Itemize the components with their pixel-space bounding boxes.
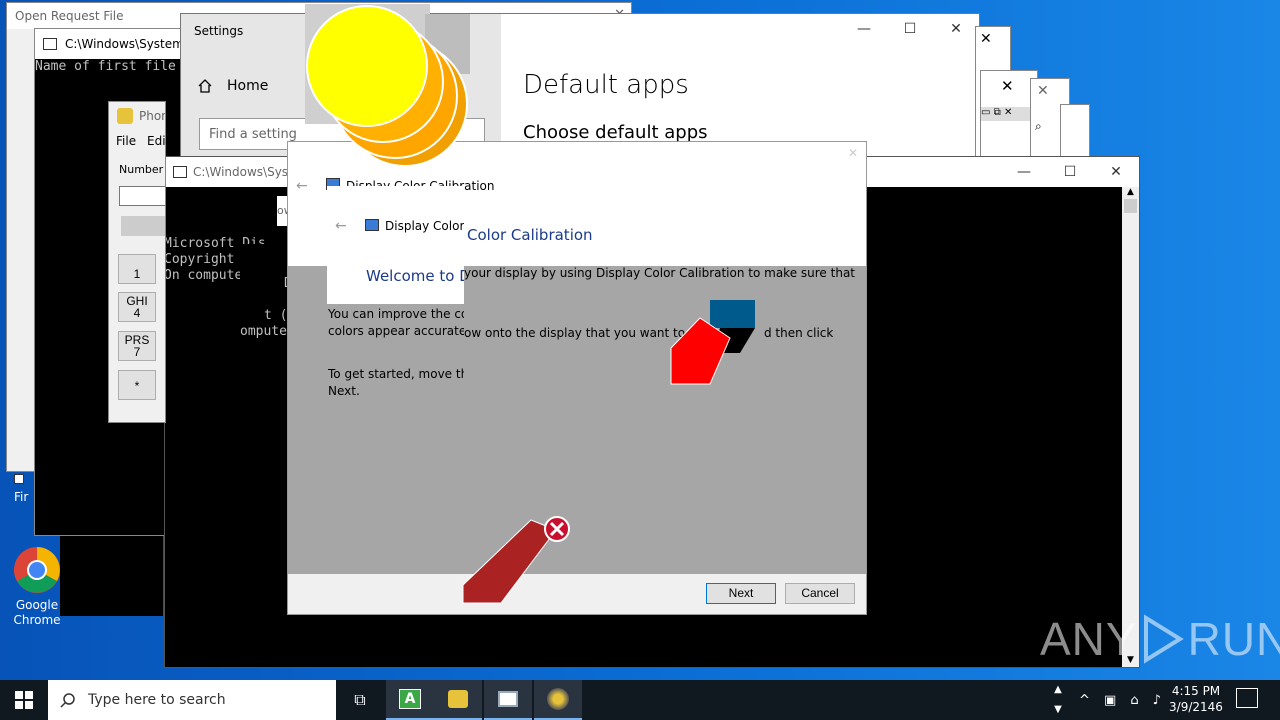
calibration-text-2b: d then click <box>764 326 834 340</box>
calibration-icon <box>365 219 379 231</box>
network-icon[interactable]: ▣ <box>1104 693 1116 708</box>
welcome-text: You can improve the co colors appear acc… <box>328 307 464 398</box>
keypad-key-7[interactable]: PRS 7 <box>118 331 156 361</box>
console-icon <box>173 166 187 178</box>
chevron-up-icon[interactable]: ^ <box>1079 693 1090 708</box>
dial-button[interactable] <box>121 216 165 236</box>
play-logo-icon <box>1143 614 1184 664</box>
taskbar-scroll[interactable]: ▲ ▼ <box>1050 680 1066 720</box>
taskbar-calibration[interactable] <box>534 680 582 720</box>
page-subtitle: Choose default apps <box>523 122 708 143</box>
window-title: Settings <box>194 24 244 38</box>
number-label: Number t <box>119 163 166 176</box>
scroll-thumb[interactable] <box>1124 199 1137 213</box>
clock[interactable]: 4:15 PM 3/9/2146 <box>1166 683 1226 715</box>
keypad-key-4[interactable]: GHI 4 <box>118 292 156 322</box>
close-icon[interactable]: ✕ <box>848 146 858 160</box>
window-title: Phone D <box>139 109 165 123</box>
taskbar-phone-dialer[interactable] <box>434 680 482 720</box>
watermark: ANY RUN <box>1040 613 1280 665</box>
keypad-key-star[interactable]: * <box>118 370 156 400</box>
shortcut-icon <box>14 474 24 484</box>
search-icon <box>60 693 75 708</box>
settings-home-item[interactable]: Home <box>197 78 268 94</box>
minimize-icon[interactable]: — <box>841 14 887 44</box>
page-title: Default apps <box>523 70 689 100</box>
number-input[interactable] <box>119 186 165 206</box>
search-icon[interactable]: ⌕ <box>1035 119 1042 134</box>
back-arrow-icon[interactable]: ← <box>296 178 308 194</box>
calibration-heading: Color Calibration <box>467 226 593 244</box>
color-calibration-window-front[interactable]: ← Display Color C Welcome to D <box>327 186 464 304</box>
notification-icon[interactable] <box>1236 688 1258 708</box>
caption-buttons: — ☐ ✕ <box>1001 157 1139 187</box>
taskbar-search-input[interactable]: Type here to search <box>48 680 336 720</box>
overlay-shard <box>670 300 755 385</box>
maximize-icon[interactable]: ☐ <box>1047 157 1093 187</box>
stacked-window-4[interactable] <box>1060 104 1090 160</box>
console-icon <box>43 38 57 50</box>
task-view-icon[interactable]: ⧉ <box>336 680 384 720</box>
caption-buttons: — ☐ ✕ <box>841 14 979 44</box>
taskbar-app-a[interactable]: A <box>386 680 434 720</box>
app-a-icon: A <box>399 689 421 709</box>
error-icon <box>462 516 570 604</box>
windows-icon <box>15 691 33 709</box>
footer <box>288 574 866 614</box>
minimize-icon[interactable]: — <box>1001 157 1047 187</box>
calibration-app-icon <box>547 688 569 710</box>
close-icon[interactable]: ✕ <box>980 31 992 47</box>
console-icon <box>498 691 518 707</box>
calibration-text-1: your display by using Display Color Cali… <box>464 266 855 280</box>
back-arrow-icon[interactable]: ← <box>335 218 347 234</box>
close-icon[interactable]: ✕ <box>1093 157 1139 187</box>
maximize-icon[interactable]: ☐ <box>887 14 933 44</box>
close-icon[interactable]: ✕ <box>933 14 979 44</box>
phone-dialer-icon <box>117 108 133 124</box>
close-icon[interactable]: ✕ <box>1037 83 1049 99</box>
home-icon <box>198 79 212 93</box>
wifi-icon[interactable]: ⌂ <box>1130 693 1138 708</box>
cancel-button[interactable]: Cancel <box>785 583 855 604</box>
start-button[interactable] <box>0 680 48 720</box>
desktop-icon-label: Google Chrome <box>13 598 61 627</box>
overlay-circles <box>305 4 470 167</box>
menu-edit[interactable]: Edit <box>147 134 165 148</box>
console-fragment <box>60 536 163 616</box>
window-title: C:\Windows\Syste <box>193 165 301 179</box>
chrome-icon <box>14 547 60 593</box>
desktop-icon-chrome[interactable]: Google Chrome <box>8 546 66 627</box>
volume-icon[interactable]: ♪ <box>1153 693 1161 708</box>
scroll-up-icon[interactable]: ▲ <box>1122 187 1139 197</box>
next-button[interactable]: Next <box>706 583 776 604</box>
window-title: Display Color C <box>385 219 464 233</box>
system-tray: ^ ▣ ⌂ ♪ <box>1072 680 1168 720</box>
welcome-heading: Welcome to D <box>366 267 464 285</box>
phone-icon <box>448 690 468 708</box>
calibration-text-2a: ow onto the display that you want to ca <box>464 326 703 340</box>
taskbar-console[interactable] <box>484 680 532 720</box>
keypad-key-1[interactable]: 1 <box>118 254 156 284</box>
menu-file[interactable]: File <box>116 134 136 148</box>
console-output: Name of first file <box>35 59 176 75</box>
close-icon[interactable]: ✕ <box>1001 77 1014 95</box>
scrollbar[interactable]: ▲ ▼ <box>1122 187 1139 667</box>
